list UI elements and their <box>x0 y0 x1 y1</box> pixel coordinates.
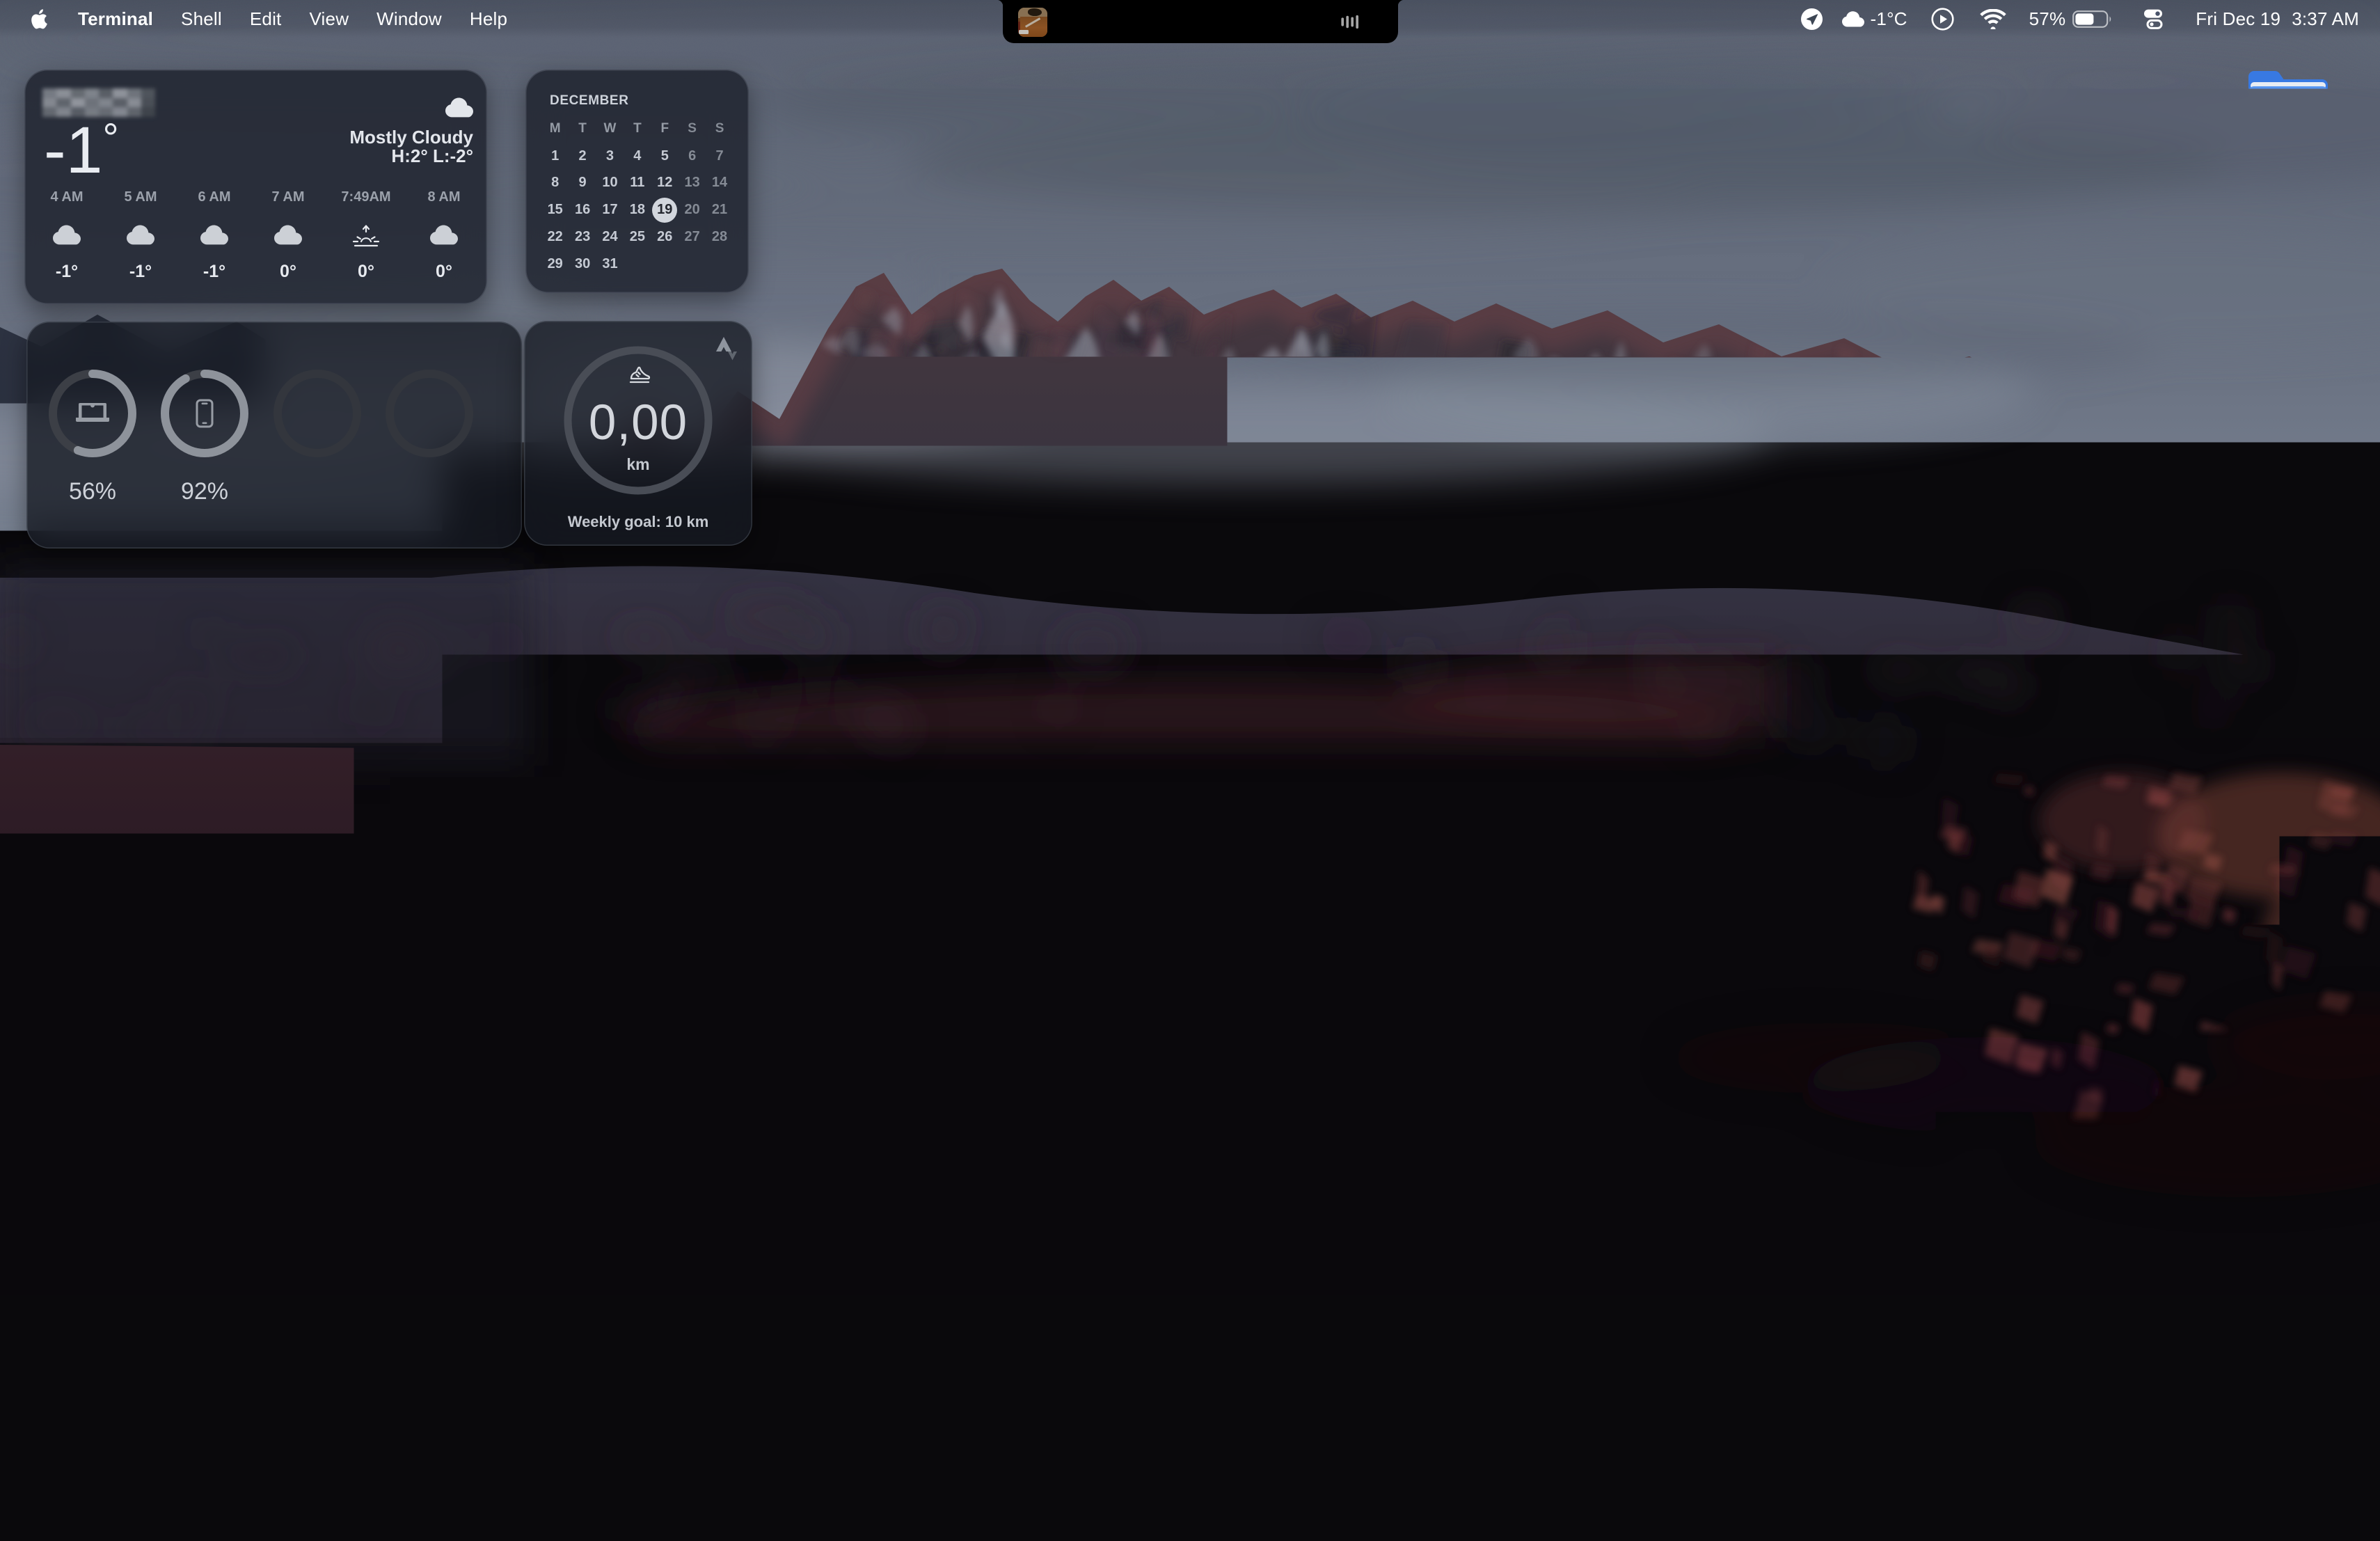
svg-text:Weekly goal: 10 km: Weekly goal: 10 km <box>568 513 709 530</box>
svg-text:92%: 92% <box>181 478 228 505</box>
svg-text:km: km <box>626 455 649 473</box>
svg-text:0,00: 0,00 <box>589 395 688 450</box>
svg-text:56%: 56% <box>69 478 116 505</box>
